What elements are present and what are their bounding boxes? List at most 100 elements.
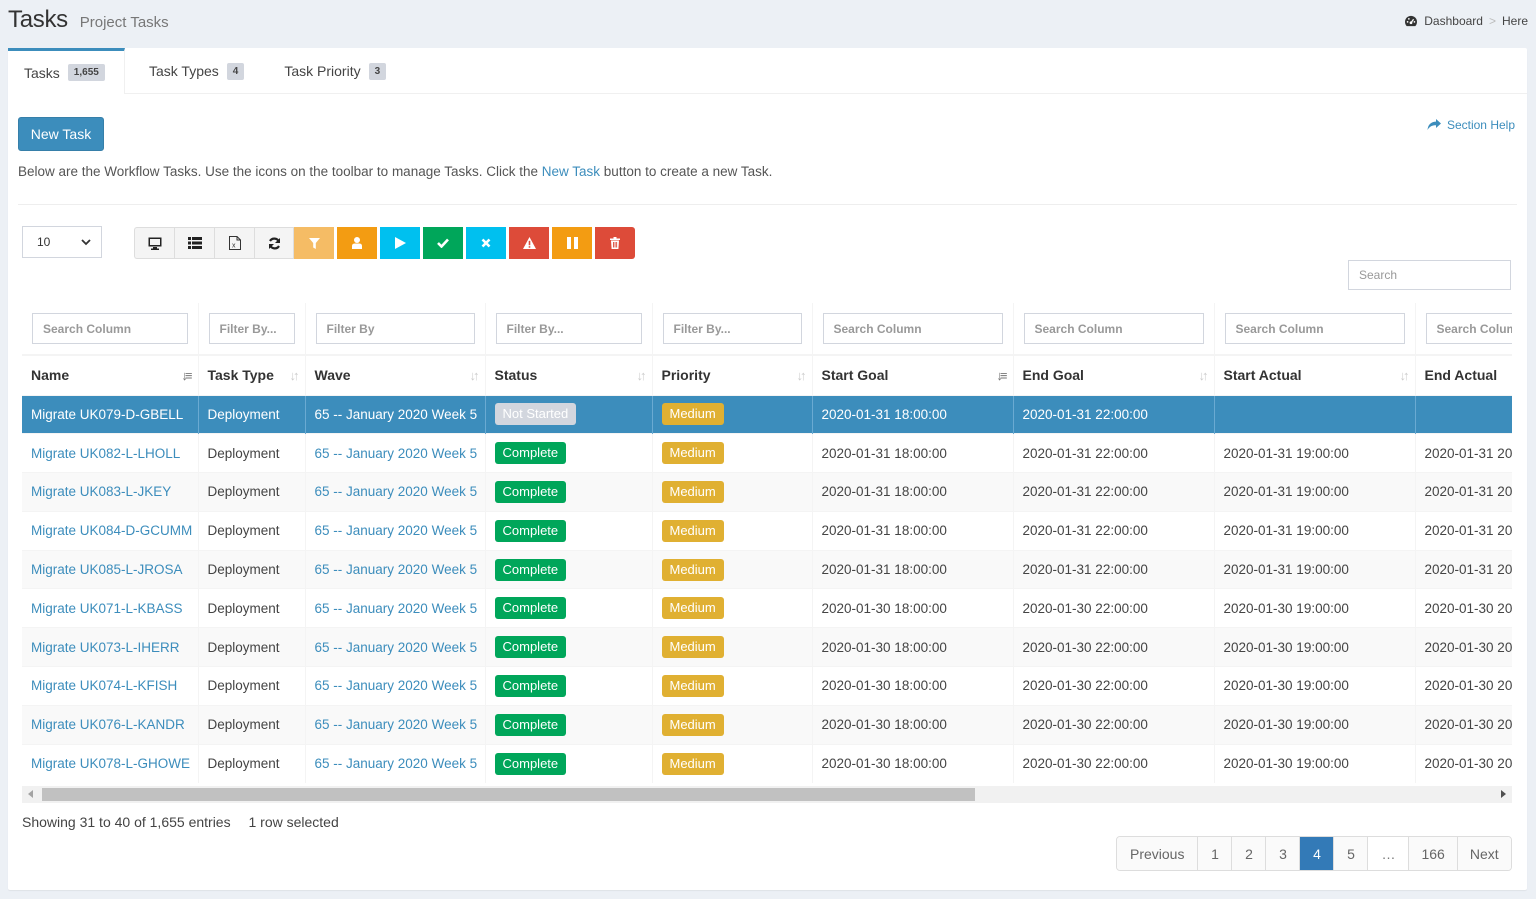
cell-type: Deployment: [198, 588, 306, 628]
pagination-page[interactable]: 2: [1231, 837, 1266, 870]
table-row[interactable]: Migrate UK076-L-KANDR Deployment 65 -- Jan…: [22, 704, 1512, 745]
priority-badge: Medium: [661, 519, 724, 542]
sort-icon[interactable]: ↓↑: [1400, 368, 1410, 383]
column-header[interactable]: Wave ↓↑: [305, 355, 486, 395]
section-help-link[interactable]: Section Help: [1427, 118, 1515, 132]
column-filter-input[interactable]: [315, 313, 475, 344]
start-goal-value: 2020-01-30 18:00:00: [821, 678, 947, 694]
table-row[interactable]: Migrate UK071-L-KBASS Deployment 65 -- Jan…: [22, 588, 1512, 628]
wave-link[interactable]: 65 -- January 2020 Week 5: [315, 717, 478, 732]
wave-link[interactable]: 65 -- January 2020 Week 5: [315, 601, 478, 616]
complete-task-button[interactable]: [423, 227, 463, 259]
tab-task-priority[interactable]: Task Priority 3: [260, 48, 402, 94]
wave-link[interactable]: 65 -- January 2020 Week 5: [315, 640, 478, 655]
table-row[interactable]: Migrate UK084-D-GCUMM Deployment 65 -- Jan…: [22, 510, 1512, 551]
column-header[interactable]: Task Type ↓↑: [198, 355, 306, 395]
task-name-link[interactable]: Migrate UK082-L-LHOLL: [31, 446, 180, 461]
task-name-link[interactable]: Migrate UK084-D-GCUMM: [31, 523, 192, 538]
task-name-link[interactable]: Migrate UK083-L-JKEY: [31, 484, 171, 499]
sort-icon[interactable]: ↓↑: [290, 368, 300, 383]
sort-icon[interactable]: ↓↑: [637, 368, 647, 383]
column-filter-input[interactable]: [1023, 313, 1204, 344]
pagination-previous[interactable]: Previous: [1117, 837, 1198, 870]
column-filter-input[interactable]: [822, 313, 1003, 344]
task-name-link[interactable]: Migrate UK085-L-JROSA: [31, 562, 183, 577]
assign-user-button[interactable]: [337, 227, 377, 259]
sort-icon[interactable]: ↓↑: [797, 368, 807, 383]
column-filter-input[interactable]: [1425, 313, 1512, 344]
new-task-button[interactable]: New Task: [18, 117, 104, 151]
task-name-link[interactable]: Migrate UK074-L-KFISH: [31, 678, 177, 693]
task-name-link[interactable]: Migrate UK073-L-IHERR: [31, 640, 180, 655]
cell-priority: Medium: [652, 743, 813, 783]
cell-end-actual: 2020-01-31 20: [1415, 549, 1512, 589]
column-visibility-button[interactable]: [134, 227, 174, 259]
start-goal-value: 2020-01-31 18:00:00: [821, 523, 947, 539]
task-name-link[interactable]: Migrate UK076-L-KANDR: [31, 717, 185, 732]
table-row[interactable]: Migrate UK079-D-GBELL Deployment 65 -- Jan…: [22, 394, 1512, 434]
table-row[interactable]: Migrate UK082-L-LHOLL Deployment 65 -- Jan…: [22, 433, 1512, 473]
cancel-task-button[interactable]: [466, 227, 506, 259]
sort-descending-icon[interactable]: ↓≡: [996, 368, 1007, 383]
table-row[interactable]: Migrate UK074-L-KFISH Deployment 65 -- Jan…: [22, 666, 1512, 706]
table-row[interactable]: Migrate UK085-L-JROSA Deployment 65 -- Jan…: [22, 549, 1512, 589]
task-name-link[interactable]: Migrate UK078-L-GHOWE: [31, 756, 190, 771]
wave-link[interactable]: 65 -- January 2020 Week 5: [315, 562, 478, 577]
table-row[interactable]: Migrate UK073-L-IHERR Deployment 65 -- Jan…: [22, 627, 1512, 667]
pagination-page[interactable]: 166: [1408, 837, 1457, 870]
column-header[interactable]: Start Goal ↓≡: [812, 355, 1014, 395]
scroll-left-arrow[interactable]: [28, 790, 33, 798]
table-row[interactable]: Migrate UK083-L-JKEY Deployment 65 -- Janu…: [22, 472, 1512, 512]
page-length-select[interactable]: 10: [22, 226, 102, 258]
pagination-page[interactable]: 4: [1299, 837, 1334, 870]
column-filter-input[interactable]: [495, 313, 642, 344]
wave-link[interactable]: 65 -- January 2020 Week 5: [315, 484, 478, 499]
pagination-page[interactable]: 5: [1333, 837, 1368, 870]
tab-tasks[interactable]: Tasks 1,655: [8, 48, 125, 94]
tab-task-types[interactable]: Task Types 4: [125, 48, 260, 94]
column-header-label: Status: [494, 367, 538, 384]
global-search-input[interactable]: [1348, 260, 1511, 290]
breadcrumb-dashboard-link[interactable]: Dashboard: [1424, 14, 1483, 28]
column-filter-input[interactable]: [208, 313, 295, 344]
horizontal-scrollbar[interactable]: [22, 786, 1512, 803]
sort-ascending-icon[interactable]: ↓≡: [181, 368, 192, 383]
refresh-button[interactable]: [254, 227, 294, 259]
task-name-link[interactable]: Migrate UK071-L-KBASS: [31, 601, 183, 616]
wave-link[interactable]: 65 -- January 2020 Week 5: [315, 678, 478, 693]
tab-label: Tasks: [24, 64, 60, 81]
column-filter-input[interactable]: [32, 313, 188, 344]
table-row[interactable]: Migrate UK078-L-GHOWE Deployment 65 -- Jan…: [22, 743, 1512, 783]
sort-icon[interactable]: ↓↑: [1199, 368, 1209, 383]
wave-link[interactable]: 65 -- January 2020 Week 5: [315, 407, 478, 422]
pause-task-button[interactable]: [552, 227, 592, 259]
scrollbar-thumb[interactable]: [42, 788, 975, 801]
issue-task-button[interactable]: [509, 227, 549, 259]
table-info: Showing 31 to 40 of 1,655 entries 1 row …: [22, 814, 339, 830]
column-header[interactable]: Priority ↓↑: [652, 355, 813, 395]
wave-link[interactable]: 65 -- January 2020 Week 5: [315, 523, 478, 538]
column-header[interactable]: End Goal ↓↑: [1013, 355, 1215, 395]
table-header-row: Name ↓≡ Task Type ↓↑ Wave ↓↑ Status ↓↑ Priority ↓…: [22, 355, 1512, 395]
pagination-page[interactable]: 3: [1265, 837, 1300, 870]
column-filter-input[interactable]: [1224, 313, 1405, 344]
export-excel-button[interactable]: x: [214, 227, 254, 259]
scroll-right-arrow[interactable]: [1501, 790, 1506, 798]
delete-task-button[interactable]: [595, 227, 635, 259]
filter-button[interactable]: [294, 227, 334, 259]
pagination-page[interactable]: 1: [1197, 837, 1232, 870]
sort-icon[interactable]: ↓↑: [470, 368, 480, 383]
breadcrumb-current: Here: [1501, 14, 1528, 28]
wave-link[interactable]: 65 -- January 2020 Week 5: [315, 446, 478, 461]
wave-link[interactable]: 65 -- January 2020 Week 5: [315, 756, 478, 771]
column-header[interactable]: Status ↓↑: [485, 355, 653, 395]
pagination-next[interactable]: Next: [1456, 837, 1511, 870]
column-header[interactable]: Start Actual ↓↑: [1214, 355, 1416, 395]
start-task-button[interactable]: [380, 227, 420, 259]
column-header[interactable]: End Actual: [1415, 355, 1512, 395]
list-view-button[interactable]: [174, 227, 214, 259]
column-filter-input[interactable]: [662, 313, 802, 344]
intro-new-task-link[interactable]: New Task: [542, 164, 600, 179]
column-header[interactable]: Name ↓≡: [22, 355, 199, 395]
task-name-link[interactable]: Migrate UK079-D-GBELL: [31, 407, 183, 422]
